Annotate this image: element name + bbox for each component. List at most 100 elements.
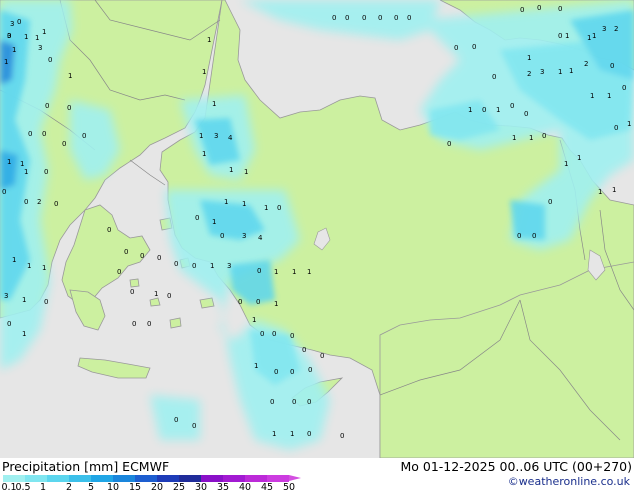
precip-value-label: 1	[274, 268, 278, 276]
legend-tick-label: 10	[106, 482, 120, 493]
precip-value-label: 4	[228, 134, 233, 142]
precip-value-label: 1	[68, 72, 72, 80]
precip-value-label: 0	[290, 368, 294, 376]
precip-value-label: 0	[302, 346, 306, 354]
precip-value-label: 0	[378, 14, 382, 22]
precip-value-label: 0	[308, 366, 312, 374]
precip-value-label: 1	[27, 262, 31, 270]
precip-value-label: 1	[4, 58, 8, 66]
credit-link[interactable]: ©weatheronline.co.uk	[508, 475, 630, 488]
precip-value-label: 1	[468, 106, 472, 114]
precip-value-label: 0	[332, 14, 336, 22]
precip-value-label: 0	[45, 102, 49, 110]
precip-value-label: 1	[42, 28, 46, 36]
color-legend	[3, 475, 301, 482]
precip-value-label: 1	[244, 168, 248, 176]
map-title: Precipitation [mm] ECMWF	[2, 459, 170, 474]
precip-value-label: 1	[12, 46, 16, 54]
legend-tick-label: 20	[150, 482, 164, 493]
precip-value-label: 0	[130, 288, 134, 296]
precip-value-label: 0	[157, 254, 161, 262]
precip-value-label: 0	[407, 14, 411, 22]
precip-value-label: 1	[242, 200, 246, 208]
footer: Precipitation [mm] ECMWF Mo 01-12-2025 0…	[0, 458, 634, 493]
precip-value-label: 1	[254, 362, 258, 370]
precip-value-label: 0	[48, 56, 52, 64]
precip-value-label: 1	[558, 68, 562, 76]
legend-swatch	[3, 475, 25, 482]
valid-time: Mo 01-12-2025 00..06 UTC (00+270)	[400, 459, 632, 474]
precip-value-label: 0	[272, 330, 276, 338]
precip-value-label: 0	[140, 252, 144, 260]
precip-value-label: 1	[290, 430, 294, 438]
legend-tick-label: 2	[65, 482, 73, 493]
precip-value-label: 1	[565, 32, 569, 40]
legend-tick-label: 35	[216, 482, 230, 493]
precip-value-label: 0	[524, 110, 528, 118]
precip-value-label: 1	[202, 68, 206, 76]
precip-value-label: 1	[592, 32, 596, 40]
precip-value-label: 1	[527, 54, 531, 62]
legend-ticks: 0.1 0.5 1 2 5 10 15 20 25 30 35 40 45 50	[0, 482, 340, 493]
precip-value-label: 1	[252, 316, 256, 324]
precip-value-label: 0	[290, 332, 294, 340]
legend-tick-label: 25	[172, 482, 186, 493]
precip-value-label: 1	[202, 150, 206, 158]
precip-value-label: 0	[174, 416, 178, 424]
precip-value-label: 1	[598, 188, 602, 196]
precip-value-label: 0	[307, 398, 311, 406]
precip-value-label: 1	[564, 160, 568, 168]
precip-value-label: 0	[482, 106, 486, 114]
precip-value-label: 0	[192, 262, 196, 270]
precip-value-label: 0	[192, 422, 196, 430]
precip-value-label: 0	[44, 298, 48, 306]
precip-value-label: 0	[472, 43, 476, 51]
precip-value-label: 1	[224, 198, 228, 206]
precip-value-label: 1	[199, 132, 203, 140]
precip-value-label: 1	[587, 34, 591, 42]
precip-value-label: 1	[590, 92, 594, 100]
precip-value-label: 0	[260, 330, 264, 338]
precip-value-label: 0	[307, 430, 311, 438]
legend-swatch	[267, 475, 289, 482]
precip-value-label: 1	[496, 106, 500, 114]
precip-value-label: 2	[614, 25, 618, 33]
precip-value-label: 3	[10, 20, 14, 28]
precip-value-label: 0	[558, 32, 562, 40]
legend-swatch	[113, 475, 135, 482]
precip-value-label: 0	[167, 292, 171, 300]
legend-swatch	[223, 475, 245, 482]
precip-value-label: 0	[292, 398, 296, 406]
precip-value-label: 0	[117, 268, 121, 276]
precip-value-label: 1	[7, 158, 11, 166]
precip-value-label: 0	[320, 352, 324, 360]
precip-value-label: 0	[447, 140, 451, 148]
precip-value-label: 0	[340, 432, 344, 440]
precip-value-label: 0	[256, 298, 260, 306]
precipitation-map: 3111131000000000000132111012311201100101…	[0, 0, 634, 458]
legend-tick-label: 1	[39, 482, 47, 493]
precip-value-label: 1	[577, 154, 581, 162]
precip-value-label: 0	[610, 62, 614, 70]
precip-value-label: 0	[107, 226, 111, 234]
precip-value-label: 0	[257, 267, 261, 275]
precip-value-label: 0	[24, 198, 28, 206]
precip-value-label: 1	[529, 134, 533, 142]
precip-value-label: 1	[264, 204, 268, 212]
precip-value-label: 1	[512, 134, 516, 142]
precip-value-label: 3	[214, 132, 218, 140]
legend-tick-label: 0.1	[1, 482, 17, 493]
legend-swatch	[25, 475, 47, 482]
precip-value-label: 1	[274, 300, 278, 308]
precip-value-label: 0	[558, 5, 562, 13]
precip-value-label: 0	[195, 214, 199, 222]
precip-value-label: 0	[132, 320, 136, 328]
precip-value-label: 0	[220, 232, 224, 240]
precip-value-label: 0	[124, 248, 128, 256]
precip-value-label: 0	[44, 168, 48, 176]
precip-value-label: 0	[2, 188, 6, 196]
legend-tick-label: 15	[128, 482, 142, 493]
precip-value-label: 0	[28, 130, 32, 138]
precip-value-label: 1	[627, 120, 631, 128]
legend-swatch	[201, 475, 223, 482]
